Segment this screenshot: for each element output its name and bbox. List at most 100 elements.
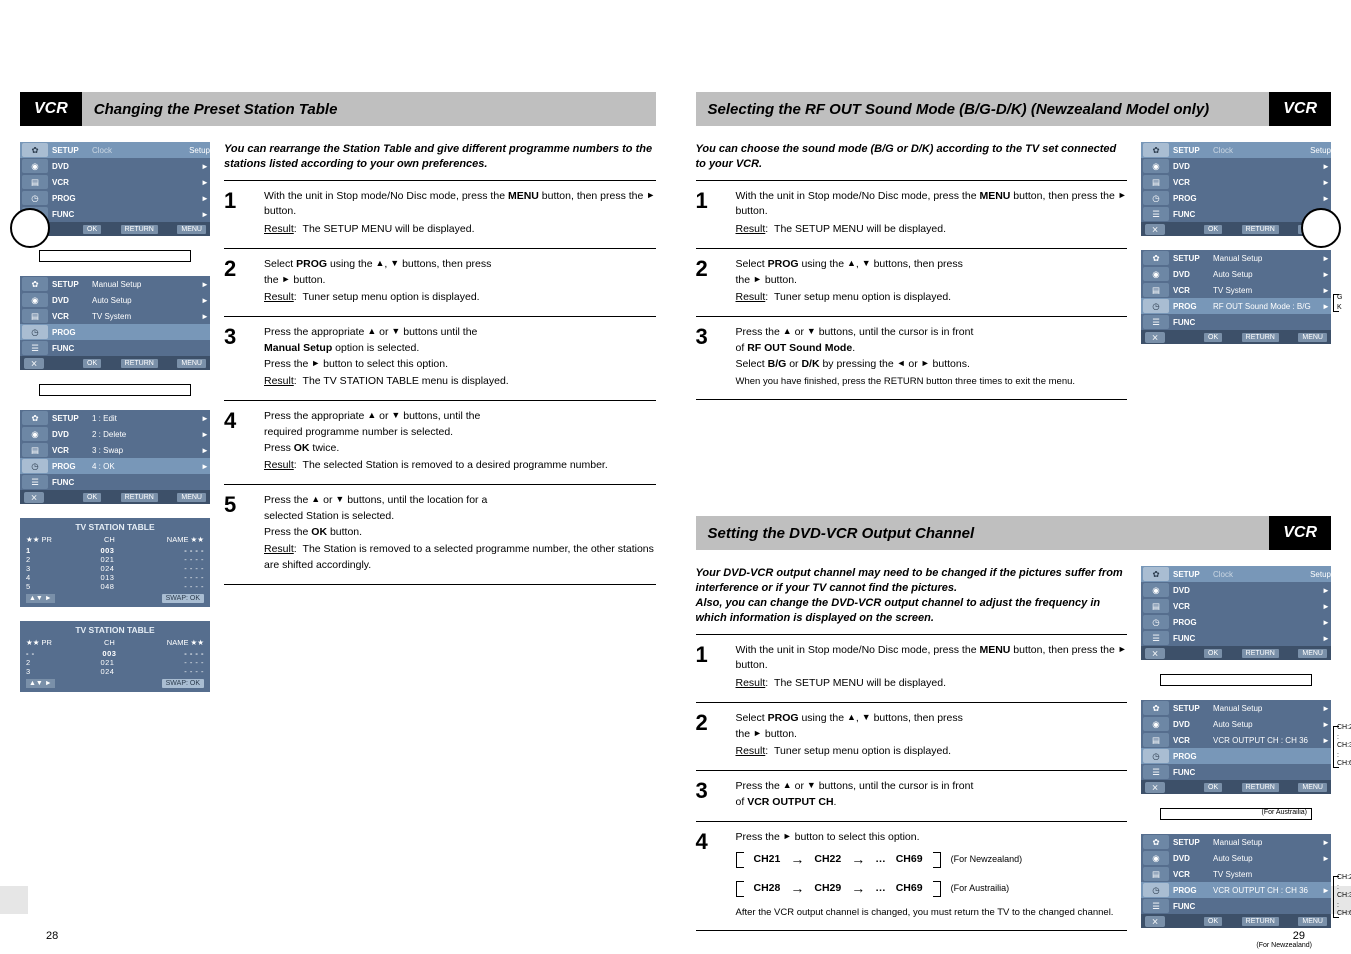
exit-icon: ⨯: [1145, 648, 1165, 659]
tape-icon: ▤: [1143, 599, 1169, 613]
r2-step3: 3 Press the or buttons, until the cursor…: [696, 770, 1128, 821]
func-icon: ☰: [22, 341, 48, 355]
r1-step3: 3 Press the or buttons, until the cursor…: [696, 316, 1128, 400]
right-osd-col1: ✿SETUPClockSetup ◉DVD► ▤VCR► ◷PROG► ☰FUN…: [1141, 142, 1331, 400]
left-heading-bar: VCR Changing the Preset Station Table: [20, 92, 656, 126]
page-number-right: 29: [1293, 930, 1305, 942]
left-body: You can rearrange the Station Table and …: [224, 142, 656, 692]
osd-r2-nz: ✿SETUPManual Setup► ◉DVDAuto Setup► ▤VCR…: [1141, 834, 1331, 928]
tape-icon: ▤: [22, 443, 48, 457]
up-icon: [375, 256, 384, 272]
osd-r2-au-wrap: ✿SETUPManual Setup► ◉DVDAuto Setup► ▤VCR…: [1141, 700, 1331, 794]
down-icon: [862, 256, 871, 272]
r1-step1: 1 With the unit in Stop mode/No Disc mod…: [696, 180, 1128, 248]
right-section1: You can choose the sound mode (B/G or D/…: [696, 142, 1332, 400]
clock-icon: ◷: [1143, 299, 1169, 313]
arrow-right-icon: [790, 849, 804, 870]
down-icon: [390, 256, 399, 272]
osd-r1-prog-wrap: ✿SETUPManual Setup► ◉DVDAuto Setup► ▤VCR…: [1141, 250, 1331, 344]
au-label-box: (For Austrailia): [1160, 808, 1312, 820]
tape-icon: ▤: [1143, 867, 1169, 881]
right-icon: [311, 356, 320, 372]
right-icon: [1118, 188, 1127, 204]
right-icon: [646, 188, 655, 204]
clock-icon: ◷: [1143, 191, 1169, 205]
exit-icon: ⨯: [24, 492, 44, 503]
func-icon: ☰: [1143, 207, 1169, 221]
disc-icon: ◉: [22, 293, 48, 307]
func-icon: ☰: [1143, 631, 1169, 645]
right-icon: [783, 829, 792, 845]
disc-icon: ◉: [22, 159, 48, 173]
r2-step2: 2 Select PROG using the , buttons, then …: [696, 702, 1128, 770]
gear-icon: ✿: [22, 277, 48, 291]
tape-icon: ▤: [1143, 283, 1169, 297]
osd-r1-prog: ✿SETUPManual Setup► ◉DVDAuto Setup► ▤VCR…: [1141, 250, 1331, 344]
func-icon: ☰: [1143, 899, 1169, 913]
down-icon: [807, 778, 816, 794]
arrow-box-r2: [1160, 674, 1312, 686]
channel-flow-nz: CH21 CH22 … CH69 (For Newzealand): [736, 845, 1128, 874]
right-intro1: You can choose the sound mode (B/G or D/…: [696, 142, 1128, 172]
right-heading1: Selecting the RF OUT Sound Mode (B/G-D/K…: [696, 92, 1270, 126]
gear-icon: ✿: [22, 411, 48, 425]
right-body2: Your DVD-VCR output channel may need to …: [696, 566, 1128, 949]
right-icon: [1118, 642, 1127, 658]
arrow-box-2: [39, 384, 191, 396]
up-icon: [367, 408, 376, 424]
step-2: 2 Select PROG using the , buttons, then …: [224, 248, 656, 316]
nz-note3: CH:36: [1337, 892, 1351, 900]
disc-icon: ◉: [1143, 583, 1169, 597]
step-5: 5 Press the or buttons, until the locati…: [224, 484, 656, 585]
gk-k-label: K: [1337, 304, 1342, 312]
gear-icon: ✿: [1143, 143, 1169, 157]
r2-step1: 1 With the unit in Stop mode/No Disc mod…: [696, 634, 1128, 702]
right-icon: [753, 726, 762, 742]
page-number-left: 28: [46, 930, 58, 942]
au-note1: CH:28: [1337, 724, 1351, 732]
exit-icon: ⨯: [1145, 224, 1165, 235]
tape-icon: ▤: [1143, 175, 1169, 189]
disc-icon: ◉: [22, 427, 48, 441]
tv-station-table-2: TV STATION TABLE ★★ PRCHNAME ★★ - -003- …: [20, 621, 210, 692]
binder-circle-right: [1301, 208, 1341, 248]
osd-setup-2: ✿SETUPManual Setup► ◉DVDAuto Setup► ▤VCR…: [20, 276, 210, 370]
left-intro: You can rearrange the Station Table and …: [224, 142, 656, 172]
exit-icon: ⨯: [1145, 916, 1165, 927]
nz-note1: CH:21: [1337, 874, 1351, 882]
right-section2: Your DVD-VCR output channel may need to …: [696, 566, 1332, 949]
right-intro2: Your DVD-VCR output channel may need to …: [696, 566, 1128, 625]
clock-icon: ◷: [1143, 749, 1169, 763]
gear-icon: ✿: [1143, 701, 1169, 715]
osd-r2-nz-wrap: ✿SETUPManual Setup► ◉DVDAuto Setup► ▤VCR…: [1141, 834, 1331, 928]
vcr-badge-left: VCR: [20, 92, 82, 126]
right-icon: [282, 272, 291, 288]
left-icon: [897, 356, 906, 372]
clock-icon: ◷: [22, 325, 48, 339]
up-icon: [783, 778, 792, 794]
r2-step4: 4 Press the button to select this option…: [696, 821, 1128, 932]
disc-icon: ◉: [1143, 267, 1169, 281]
down-icon: [862, 710, 871, 726]
func-icon: ☰: [1143, 315, 1169, 329]
down-icon: [391, 408, 400, 424]
right-icon: [753, 272, 762, 288]
right-icon: [921, 356, 930, 372]
osd-r2-au: ✿SETUPManual Setup► ◉DVDAuto Setup► ▤VCR…: [1141, 700, 1331, 794]
gear-icon: ✿: [22, 143, 48, 157]
func-icon: ☰: [1143, 765, 1169, 779]
arrow-box-1: [39, 250, 191, 262]
disc-icon: ◉: [1143, 159, 1169, 173]
left-columns: ✿SETUPClockSetup ◉DVD► ▤VCR► ◷PROG► ☰FUN…: [20, 142, 656, 692]
left-page: 28 VCR Changing the Preset Station Table…: [0, 0, 676, 954]
gear-icon: ✿: [1143, 251, 1169, 265]
channel-flow-au: CH28 CH29 … CH69 (For Austrailia): [736, 874, 1128, 903]
up-icon: [847, 710, 856, 726]
up-icon: [847, 256, 856, 272]
arrow-right-icon: [851, 849, 865, 870]
down-icon: [391, 324, 400, 340]
osd-setup-3: ✿SETUP1 : Edit► ◉DVD2 : Delete► ▤VCR3 : …: [20, 410, 210, 504]
tape-icon: ▤: [22, 175, 48, 189]
page-spread: 28 VCR Changing the Preset Station Table…: [0, 0, 1351, 954]
down-icon: [807, 324, 816, 340]
